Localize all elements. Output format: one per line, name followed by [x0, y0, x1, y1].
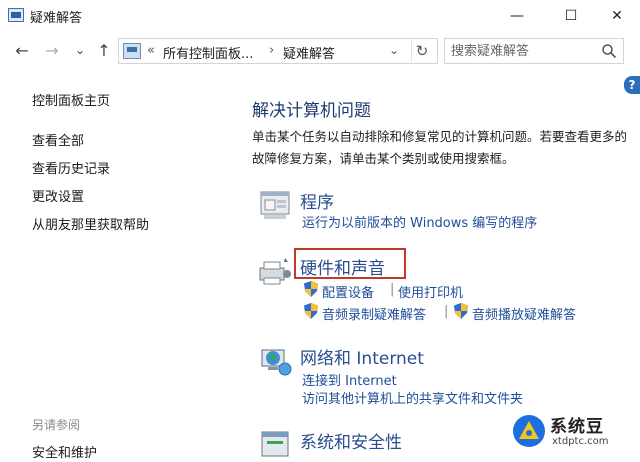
search-input[interactable] [451, 42, 591, 60]
category-network-internet-title[interactable]: 网络和 Internet [300, 344, 424, 369]
watermark: 系统豆 xtdptc.com [504, 410, 640, 454]
category-programs-title[interactable]: 程序 [300, 188, 334, 213]
link-access-shared-files[interactable]: 访问其他计算机上的共享文件和文件夹 [302, 388, 523, 407]
window-title: 疑难解答 [30, 11, 83, 26]
link-configure-device[interactable]: 配置设备 [322, 282, 374, 301]
watermark-name: 系统豆 [550, 417, 604, 437]
link-run-old-windows-programs[interactable]: 运行为以前版本的 Windows 编写的程序 [302, 212, 537, 231]
breadcrumb-separator[interactable]: › [269, 43, 274, 58]
up-arrow-icon[interactable]: ↑ [94, 40, 114, 60]
sidebar-item-change-settings[interactable]: 更改设置 [32, 186, 84, 205]
programs-icon[interactable] [258, 188, 292, 222]
address-dropdown-chevron-icon[interactable]: ⌄ [389, 43, 399, 57]
minimize-button[interactable]: — [494, 0, 540, 32]
watermark-url: xtdptc.com [552, 436, 609, 447]
sidebar-item-view-history[interactable]: 查看历史记录 [32, 158, 110, 177]
page-description: 单击某个任务以自动排除和修复常见的计算机问题。若要查看更多的故障修复方案，请单击… [252, 129, 628, 166]
printer-speaker-icon[interactable] [258, 254, 292, 288]
system-security-icon[interactable] [258, 428, 292, 462]
breadcrumb-item-all-control-panel[interactable]: 所有控制面板... [163, 43, 253, 62]
watermark-logo-icon [513, 415, 545, 447]
category-system-security-title[interactable]: 系统和安全性 [300, 428, 402, 453]
breadcrumb-item-troubleshooting[interactable]: 疑难解答 [283, 43, 335, 62]
back-arrow-icon[interactable]: ← [12, 40, 32, 60]
address-bar[interactable]: « 所有控制面板... › 疑难解答 ⌄ ↻ [118, 38, 438, 64]
admin-shield-icon [304, 281, 318, 297]
link-separator: | [444, 304, 449, 319]
highlight-box [294, 248, 406, 279]
link-separator: | [390, 282, 395, 297]
control-panel-icon [123, 43, 141, 59]
title-bar: 疑难解答 — ☐ ✕ [0, 0, 640, 32]
see-also-security-maintenance[interactable]: 安全和维护 [32, 442, 97, 461]
breadcrumb-overflow[interactable]: « [147, 43, 155, 58]
help-button[interactable]: ? [624, 76, 640, 94]
link-audio-playback-troubleshooter[interactable]: 音频播放疑难解答 [472, 304, 576, 323]
link-use-printer[interactable]: 使用打印机 [398, 282, 463, 301]
refresh-icon[interactable]: ↻ [411, 41, 432, 61]
sidebar-item-get-help-from-friend[interactable]: 从朋友那里获取帮助 [32, 214, 149, 233]
see-also-heading: 另请参阅 [32, 418, 81, 432]
sidebar-item-control-panel-home[interactable]: 控制面板主页 [32, 90, 110, 109]
network-globe-icon[interactable] [258, 344, 292, 378]
search-icon[interactable] [601, 43, 617, 59]
sidebar-item-view-all[interactable]: 查看全部 [32, 130, 84, 149]
page-title: 解决计算机问题 [252, 101, 371, 121]
control-panel-icon [8, 8, 24, 22]
recent-locations-chevron-icon[interactable]: ⌄ [70, 40, 90, 60]
maximize-button[interactable]: ☐ [548, 0, 594, 32]
close-button[interactable]: ✕ [594, 0, 640, 32]
link-audio-recording-troubleshooter[interactable]: 音频录制疑难解答 [322, 304, 426, 323]
admin-shield-icon [304, 303, 318, 319]
navigation-bar: ← → ⌄ ↑ « 所有控制面板... › 疑难解答 ⌄ ↻ [0, 34, 640, 68]
search-box[interactable] [444, 38, 624, 64]
forward-arrow-icon[interactable]: → [42, 40, 62, 60]
link-connect-to-internet[interactable]: 连接到 Internet [302, 370, 397, 389]
admin-shield-icon [454, 303, 468, 319]
